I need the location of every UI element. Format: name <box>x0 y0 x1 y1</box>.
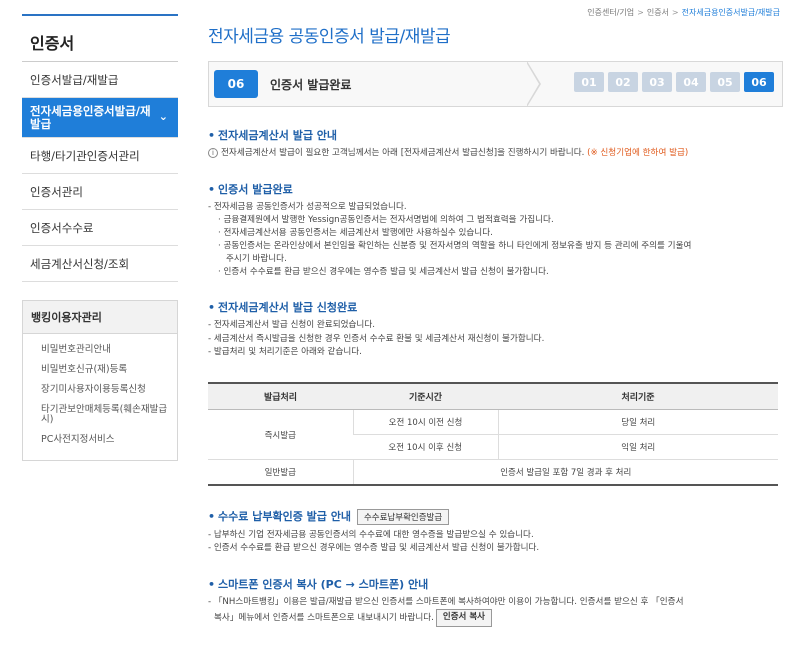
section-title: • 스마트폰 인증서 복사 (PC → 스마트폰) 안내 <box>208 577 429 591</box>
table-header: 처리기준 <box>498 382 778 410</box>
apply-line: - 전자세금계산서 발급 신청이 완료되었습니다. <box>208 320 375 330</box>
breadcrumb-current: 전자세금용인증서발급/재발급 <box>681 8 780 17</box>
step-01: 01 <box>574 72 604 92</box>
section-title: • 전자세금계산서 발급 신청완료 <box>208 301 358 314</box>
section-smartphone-copy: • 스마트폰 인증서 복사 (PC → 스마트폰) 안내 - 「NH스마트뱅킹」이… <box>208 576 783 627</box>
sidebar-title: 인증서 <box>22 14 178 62</box>
cert-copy-button[interactable]: 인증서 복사 <box>435 609 492 627</box>
step-03: 03 <box>642 72 672 92</box>
table-header-row: 발급처리 기준시간 처리기준 <box>208 382 778 410</box>
table-cell: 오전 10시 이전 신청 <box>352 409 498 435</box>
main-content: 전자세금용 공동인증서 발급/재발급 06 인증서 발급완료 01 02 03 … <box>208 22 783 627</box>
sub-link-pc-designate[interactable]: PC사전지정서비스 <box>41 430 171 450</box>
table-cell: 일반발급 <box>208 459 353 485</box>
warning-note: (※ 신청기업에 한하여 발급) <box>587 148 689 158</box>
complete-lead: - 전자세금용 공동인증서가 성공적으로 발급되었습니다. <box>208 201 407 212</box>
processing-table: 발급처리 기준시간 처리기준 즉시발급 오전 10시 이전 신청 당일 처리 오… <box>208 381 778 486</box>
chevron-down-icon: ⌄ <box>158 110 168 124</box>
table-cell: 익일 처리 <box>497 434 778 460</box>
sub-link-password-guide[interactable]: 비밀번호관리안내 <box>41 340 171 360</box>
section-cert-complete: • 인증서 발급완료 - 전자세금용 공동인증서가 성공적으로 발급되었습니다. … <box>208 181 783 280</box>
info-icon: i <box>208 148 218 158</box>
bullet-item: · 금융결제원에서 발행한 Yessign공동인증서는 전자서명법에 의하여 그… <box>218 215 554 225</box>
banking-user-box: 뱅킹이용자관리 비밀번호관리안내 비밀번호신규(재)등록 장기미사용자이용등록신… <box>22 300 178 461</box>
section-title: • 수수료 납부확인증 발급 안내 수수료납부확인증발급 <box>208 508 783 525</box>
guide-text: i 전자세금계산서 발급이 필요한 고객님께서는 아래 [전자세금계산서 발급신청… <box>208 147 783 161</box>
fee-line: - 인증서 수수료를 환급 받으신 경우에는 영수증 발급 및 세금계산서 발급… <box>208 543 540 553</box>
fee-line: - 납부하신 기업 전자세금용 공동인증서의 수수료에 대한 영수증을 발급받으… <box>208 529 534 540</box>
sub-link-password-register[interactable]: 비밀번호신규(재)등록 <box>41 360 171 380</box>
breadcrumb: 인증센터/기업 > 인증서 > 전자세금용인증서발급/재발급 <box>587 8 780 17</box>
table-cell: 오전 10시 이후 신청 <box>353 434 498 460</box>
smartphone-line: 복사」메뉴에서 인증서를 스마트폰으로 내보내시기 바랍니다. 인증서 복사 <box>208 609 783 627</box>
apply-line: - 세금계산서 즉시발급을 신청한 경우 인증서 수수료 환불 및 세금계산서 … <box>208 333 545 344</box>
step-02: 02 <box>608 72 638 92</box>
apply-line: - 발급처리 및 처리기준은 아래와 같습니다. <box>208 347 362 357</box>
sidebar-item-other-cert[interactable]: 타행/타기관인증서관리 <box>22 138 178 174</box>
section-title: • 전자세금계산서 발급 안내 <box>208 129 338 142</box>
sub-link-dormant-register[interactable]: 장기미사용자이용등록신청 <box>41 380 171 400</box>
left-sidebar: 인증서 인증서발급/재발급 전자세금용인증서발급/재발급 ⌄ 타행/타기관인증서… <box>22 14 178 461</box>
breadcrumb-item[interactable]: 인증서 <box>647 8 669 17</box>
smartphone-line: - 「NH스마트뱅킹」이용은 발급/재발급 받으신 인증서를 스마트폰에 복사하… <box>208 596 684 607</box>
banking-user-title: 뱅킹이용자관리 <box>23 301 177 334</box>
bullet-item: · 전자세금계산서용 공동인증서는 세금계산서 발행에만 사용하실수 있습니다. <box>218 228 493 238</box>
sidebar-item-label: 전자세금용인증서발급/재발급 <box>30 103 151 131</box>
page-title: 전자세금용 공동인증서 발급/재발급 <box>208 27 451 47</box>
step-04: 04 <box>676 72 706 92</box>
step-05: 05 <box>710 72 740 92</box>
section-fee-receipt: • 수수료 납부확인증 발급 안내 수수료납부확인증발급 - 납부하신 기업 전자세… <box>208 508 783 556</box>
table-cell: 인증서 발급일 포함 7일 경과 후 처리 <box>352 459 778 485</box>
sidebar-item-cert-fee[interactable]: 인증서수수료 <box>22 210 178 246</box>
fee-receipt-button[interactable]: 수수료납부확인증발급 <box>356 508 450 525</box>
table-row: 즉시발급 오전 10시 이전 신청 당일 처리 <box>208 409 778 460</box>
sub-link-security-media[interactable]: 타기관보안매체등록(훼손재발급시) <box>41 400 171 430</box>
section-title: • 인증서 발급완료 <box>208 182 293 196</box>
table-cell: 당일 처리 <box>497 409 778 435</box>
table-header: 발급처리 <box>208 382 353 410</box>
table-row: 일반발급 인증서 발급일 포함 7일 경과 후 처리 <box>208 459 778 485</box>
bullet-item: 주시기 바랍니다. <box>226 254 287 264</box>
sidebar-item-tax-cert-issue[interactable]: 전자세금용인증서발급/재발급 ⌄ <box>22 98 178 138</box>
section-tax-guide: • 전자세금계산서 발급 안내 i 전자세금계산서 발급이 필요한 고객님께서는 아… <box>208 127 783 161</box>
step-06: 06 <box>744 72 774 92</box>
current-step-label: 인증서 발급완료 <box>270 77 352 92</box>
current-step-number: 06 <box>214 70 258 98</box>
table-header: 기준시간 <box>353 382 498 410</box>
breadcrumb-item[interactable]: 인증센터/기업 <box>587 8 634 17</box>
table-cell: 즉시발급 <box>208 409 353 460</box>
section-apply-complete: • 전자세금계산서 발급 신청완료 - 전자세금계산서 발급 신청이 완료되었습니… <box>208 299 783 360</box>
bullet-item: · 인증서 수수료를 환급 받으신 경우에는 영수증 발급 및 세금계산서 발급… <box>218 267 549 277</box>
sidebar-item-tax-invoice[interactable]: 세금계산서신청/조회 <box>22 246 178 282</box>
sidebar-item-cert-issue[interactable]: 인증서발급/재발급 <box>22 62 178 98</box>
step-list: 01 02 03 04 05 06 <box>574 72 774 92</box>
bullet-item: · 공동인증서는 온라인상에서 본인임을 확인하는 신분증 및 전자서명의 역할… <box>218 241 692 251</box>
step-divider-arrow <box>526 61 541 107</box>
step-indicator: 06 인증서 발급완료 01 02 03 04 05 06 <box>208 61 783 107</box>
sidebar-item-cert-manage[interactable]: 인증서관리 <box>22 174 178 210</box>
